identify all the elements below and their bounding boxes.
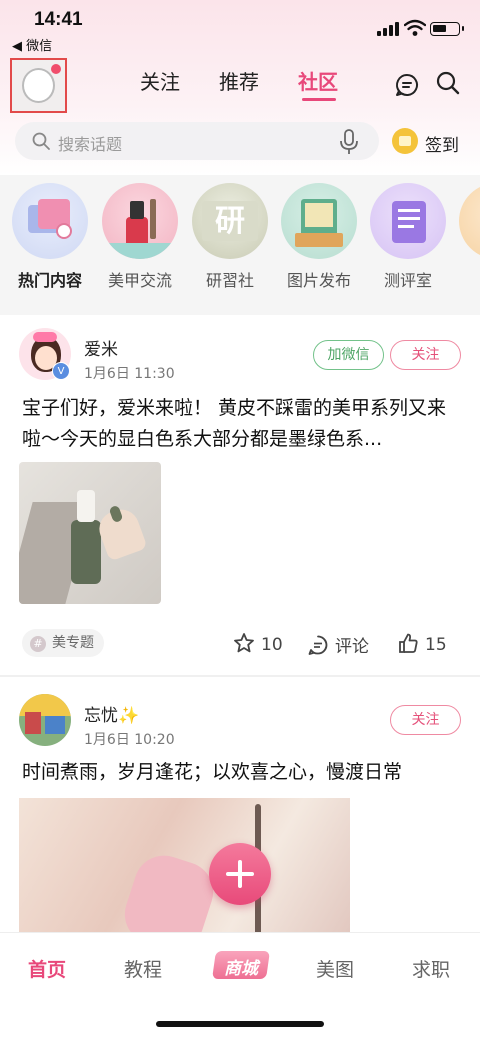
topic-tag[interactable]: # 美专题 xyxy=(22,629,104,657)
tab-community[interactable]: 社区 xyxy=(298,66,338,95)
like-action[interactable]: 15 xyxy=(397,632,447,655)
review-room-icon xyxy=(370,183,446,259)
favorite-action[interactable]: 10 xyxy=(233,632,283,655)
thumbs-up-icon xyxy=(399,633,418,653)
checkin-button[interactable]: 签到 xyxy=(392,126,472,158)
post-username[interactable]: 爱米 xyxy=(84,335,118,360)
category-hot-content[interactable]: 热门内容 xyxy=(11,183,89,291)
wifi-icon xyxy=(404,19,426,36)
checkin-icon xyxy=(392,128,418,154)
battery-icon xyxy=(430,22,464,36)
post-image[interactable] xyxy=(19,462,161,604)
comment-label: 评论 xyxy=(335,637,369,657)
post-date: 1月6日 11:30 xyxy=(84,366,175,382)
post-image[interactable] xyxy=(19,798,350,932)
category-label: 美甲交流 xyxy=(107,271,172,290)
add-wechat-button[interactable]: 加微信 xyxy=(313,340,384,370)
profile-avatar-button[interactable] xyxy=(10,58,67,113)
status-bar: 14:41 ◀ 微信 xyxy=(0,0,480,56)
tab-home[interactable]: 首页 xyxy=(28,955,66,982)
post-date: 1月6日 10:20 xyxy=(84,732,175,748)
like-count: 15 xyxy=(425,635,447,655)
message-icon[interactable] xyxy=(394,72,420,98)
search-icon[interactable] xyxy=(435,70,461,96)
post-text[interactable]: 宝子们好，爱米来啦！ 黄皮不踩雷的美甲系列又来啦～今天的显白色系大部分都是墨绿色… xyxy=(22,393,462,455)
post-card[interactable]: V 爱米 1月6日 11:30 加微信 关注 宝子们好，爱米来啦！ 黄皮不踩雷的… xyxy=(0,315,480,675)
active-tab-indicator xyxy=(302,98,336,101)
create-post-button[interactable] xyxy=(209,843,271,905)
tab-pictures[interactable]: 美图 xyxy=(316,955,354,982)
tab-mall[interactable]: 商城 xyxy=(212,943,270,987)
tab-jobs[interactable]: 求职 xyxy=(412,955,450,982)
avatar xyxy=(22,68,55,103)
topic-search-input[interactable]: 搜索话题 xyxy=(15,122,379,160)
comment-action[interactable]: 评论 xyxy=(307,632,369,657)
category-shop[interactable]: 店 xyxy=(458,183,480,291)
category-review-room[interactable]: 测评室 xyxy=(369,183,447,291)
category-label: 热门内容 xyxy=(17,271,82,290)
topic-hash-icon: # xyxy=(30,636,46,652)
tab-tutorial[interactable]: 教程 xyxy=(124,955,162,982)
mall-label: 商城 xyxy=(224,959,258,979)
topic-label: 美专题 xyxy=(52,635,94,651)
comment-icon xyxy=(308,635,328,655)
category-label: 店 xyxy=(458,267,480,291)
verified-badge: V xyxy=(52,362,70,380)
study-club-icon: 研 xyxy=(192,183,268,259)
status-time: 14:41 xyxy=(34,9,83,30)
category-picture-publish[interactable]: 图片发布 xyxy=(280,183,358,291)
search-placeholder: 搜索话题 xyxy=(58,135,123,154)
hot-content-icon xyxy=(12,183,88,259)
category-label: 图片发布 xyxy=(286,271,351,290)
search-icon xyxy=(32,132,50,150)
avatar[interactable] xyxy=(19,694,71,746)
nail-polish-icon xyxy=(102,183,178,259)
tab-follow[interactable]: 关注 xyxy=(140,66,180,95)
home-indicator xyxy=(156,1021,324,1027)
follow-button[interactable]: 关注 xyxy=(390,340,461,370)
picture-publish-icon xyxy=(281,183,357,259)
star-icon xyxy=(234,633,254,653)
category-strip: 热门内容 美甲交流 研 研習社 图片发布 测评室 xyxy=(0,175,480,315)
microphone-icon[interactable] xyxy=(339,129,359,155)
checkin-label: 签到 xyxy=(425,136,459,156)
category-nail-exchange[interactable]: 美甲交流 xyxy=(101,183,179,291)
tab-recommend[interactable]: 推荐 xyxy=(219,66,259,95)
shop-icon xyxy=(459,183,480,259)
back-to-wechat-link[interactable]: ◀ 微信 xyxy=(12,35,52,54)
favorite-count: 10 xyxy=(261,635,283,655)
post-text[interactable]: 时间煮雨，岁月逢花；以欢喜之心，慢渡日常 xyxy=(22,757,462,788)
follow-button[interactable]: 关注 xyxy=(390,705,461,735)
category-label: 测评室 xyxy=(383,271,432,290)
category-study-club[interactable]: 研 研習社 xyxy=(191,183,269,291)
notification-dot xyxy=(51,64,61,74)
category-label: 研習社 xyxy=(205,271,254,290)
signal-icon xyxy=(377,22,401,36)
post-username[interactable]: 忘忧✨ xyxy=(84,701,139,726)
